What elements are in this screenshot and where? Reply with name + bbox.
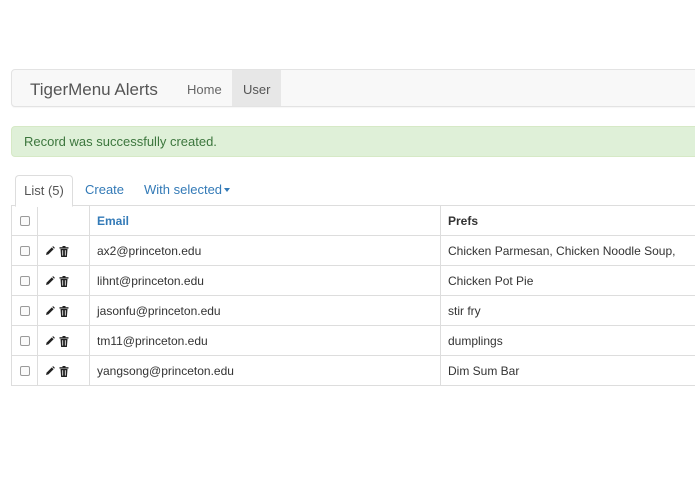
success-alert: Record was successfully created.: [11, 126, 695, 157]
with-selected-label: With selected: [144, 182, 223, 197]
row-checkbox[interactable]: [19, 366, 30, 377]
row-actions: [37, 295, 90, 326]
prefs-cell: dumplings: [440, 325, 695, 356]
tab-create[interactable]: Create: [85, 175, 124, 206]
row-actions: [37, 325, 90, 356]
nav-home-link[interactable]: Home: [176, 70, 233, 106]
table-row: yangsong@princeton.edu Dim Sum Bar: [11, 355, 695, 386]
row-select-cell: [11, 265, 38, 296]
pencil-icon[interactable]: [45, 334, 55, 348]
trash-icon[interactable]: [59, 274, 69, 288]
email-column-header[interactable]: Email: [89, 205, 441, 236]
row-checkbox[interactable]: [19, 306, 30, 317]
trash-icon[interactable]: [59, 304, 69, 318]
prefs-column-header: Prefs: [440, 205, 695, 236]
prefs-cell: Chicken Parmesan, Chicken Noodle Soup,: [440, 235, 695, 266]
table-row: tm11@princeton.edu dumplings: [11, 325, 695, 356]
table-row: jasonfu@princeton.edu stir fry: [11, 295, 695, 326]
row-actions: [37, 355, 90, 386]
brand-title[interactable]: TigerMenu Alerts: [30, 70, 158, 108]
email-cell: yangsong@princeton.edu: [89, 355, 441, 386]
table-row: lihnt@princeton.edu Chicken Pot Pie: [11, 265, 695, 296]
prefs-cell: Dim Sum Bar: [440, 355, 695, 386]
pencil-icon[interactable]: [45, 364, 55, 378]
pencil-icon[interactable]: [45, 304, 55, 318]
table-header-row: Email Prefs: [11, 205, 695, 236]
row-actions: [37, 265, 90, 296]
prefs-cell: Chicken Pot Pie: [440, 265, 695, 296]
alert-message: Record was successfully created.: [24, 134, 217, 149]
row-checkbox[interactable]: [19, 336, 30, 347]
pencil-icon[interactable]: [45, 274, 55, 288]
select-all-checkbox[interactable]: [19, 216, 30, 227]
pencil-icon[interactable]: [45, 244, 55, 258]
trash-icon[interactable]: [59, 244, 69, 258]
row-select-cell: [11, 295, 38, 326]
row-checkbox[interactable]: [19, 246, 30, 257]
tabs: List (5) Create With selected: [11, 175, 695, 207]
prefs-cell: stir fry: [440, 295, 695, 326]
trash-icon[interactable]: [59, 334, 69, 348]
records-table: Email Prefs ax2@princeton.edu Chicken Par…: [11, 205, 695, 386]
row-checkbox[interactable]: [19, 276, 30, 287]
email-cell: lihnt@princeton.edu: [89, 265, 441, 296]
select-all-cell: [11, 205, 38, 236]
email-cell: ax2@princeton.edu: [89, 235, 441, 266]
trash-icon[interactable]: [59, 364, 69, 378]
row-select-cell: [11, 235, 38, 266]
caret-down-icon: [224, 187, 231, 192]
table-row: ax2@princeton.edu Chicken Parmesan, Chick…: [11, 235, 695, 266]
row-select-cell: [11, 325, 38, 356]
email-cell: jasonfu@princeton.edu: [89, 295, 441, 326]
tab-list[interactable]: List (5): [15, 175, 73, 207]
email-cell: tm11@princeton.edu: [89, 325, 441, 356]
row-select-cell: [11, 355, 38, 386]
nav-user-link[interactable]: User: [232, 70, 282, 106]
row-actions: [37, 235, 90, 266]
navbar: TigerMenu Alerts Home User: [11, 69, 695, 107]
actions-header: [37, 205, 90, 236]
tab-with-selected[interactable]: With selected: [144, 175, 231, 206]
